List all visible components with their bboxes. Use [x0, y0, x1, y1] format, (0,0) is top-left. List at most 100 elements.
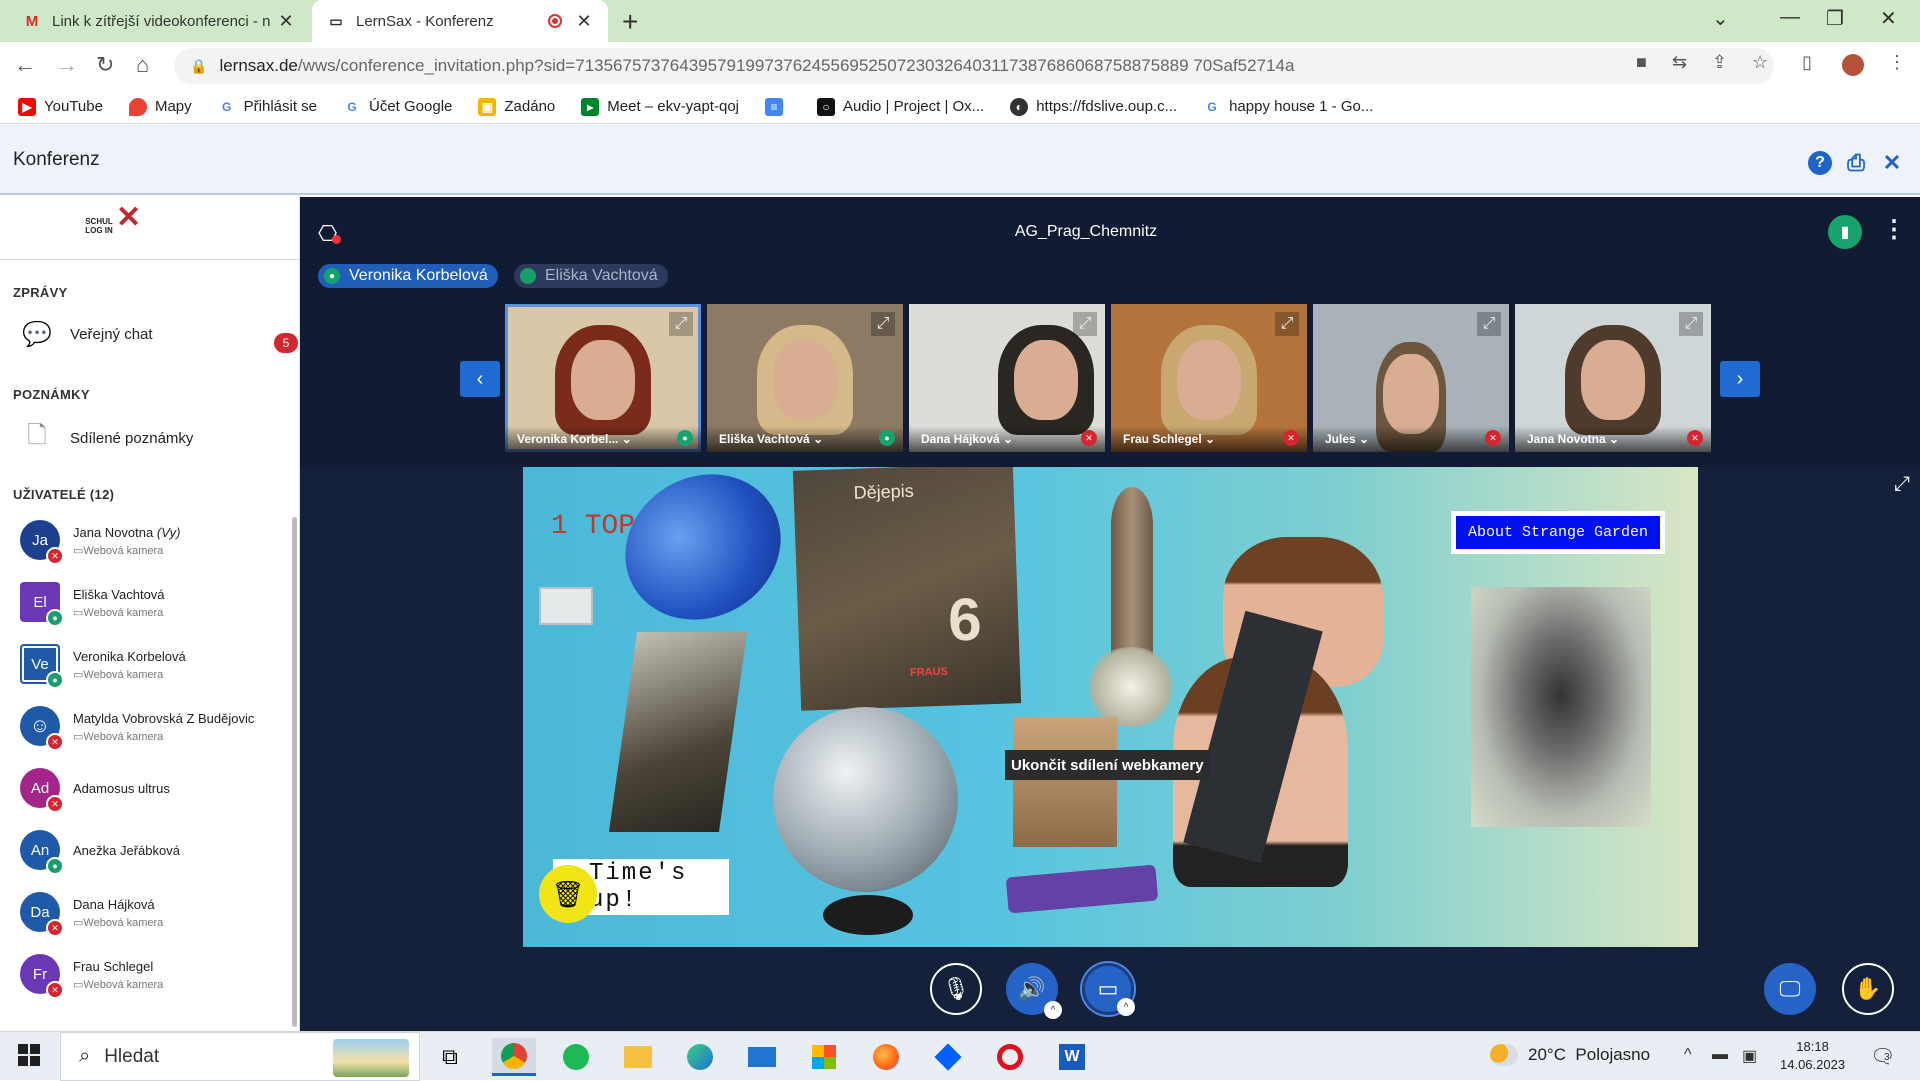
clock[interactable]: 18:18 14.06.2023 — [1780, 1038, 1845, 1074]
user-item[interactable]: El ● Eliška Vachtová ▭Webová kamera — [0, 573, 292, 633]
fullscreen-icon[interactable]: ⤢ — [1894, 473, 1910, 496]
dropbox-icon[interactable] — [926, 1038, 970, 1076]
expand-icon[interactable]: ⤢ — [1275, 312, 1299, 336]
bookmark-meet[interactable]: ▸ Meet – ekv-yapt-qoj — [581, 97, 739, 116]
user-item[interactable]: Ad ✕ Adamosus ultrus — [0, 759, 292, 819]
taskbar-search[interactable]: ⌕ Hledat — [60, 1032, 420, 1081]
bookmark-mapy[interactable]: Mapy — [128, 97, 192, 116]
user-item[interactable]: Fr ✕ Frau Schlegel ▭Webová kamera — [0, 945, 292, 1005]
camera-tile[interactable]: ⤢ Jules ⌄ ✕ — [1313, 304, 1509, 452]
audio-button[interactable]: 🔊 ^ — [1006, 963, 1062, 1019]
mute-microphone-button[interactable]: 🎙 — [930, 963, 982, 1015]
marker-image — [1005, 864, 1159, 914]
store-icon[interactable] — [802, 1038, 846, 1076]
shared-notes-item[interactable]: 🗋 Sdílené poznámky — [20, 422, 193, 453]
home-icon[interactable]: ⌂ — [136, 52, 149, 78]
close-tab-icon[interactable]: ✕ — [574, 11, 594, 32]
restore-icon[interactable]: ❐ — [1826, 6, 1844, 31]
weather-widget[interactable]: 20°C Polojasno — [1490, 1044, 1650, 1066]
bookmark-youtube[interactable]: ▶ YouTube — [18, 97, 103, 116]
bookmark-fdslive[interactable]: ◐ https://fdslive.oup.c... — [1010, 97, 1177, 116]
camera-tile[interactable]: ⤢ Frau Schlegel ⌄ ✕ — [1111, 304, 1307, 452]
bookmark-zadano[interactable]: ▣ Zadáno — [478, 97, 555, 116]
tab-lernsax[interactable]: ▭ LernSax - Konferenz ✕ — [312, 0, 608, 42]
edge-icon[interactable] — [678, 1038, 722, 1076]
camera-tile[interactable]: ⤢ Dana Hájková ⌄ ✕ — [909, 304, 1105, 452]
camera-label[interactable]: Frau Schlegel ⌄ — [1111, 426, 1307, 452]
forward-icon[interactable]: → — [56, 52, 78, 78]
print-icon[interactable]: ⎙ — [1844, 150, 1868, 175]
expand-icon[interactable]: ⤢ — [871, 312, 895, 336]
bookmark-prihlasit[interactable]: G Přihlásit se — [218, 98, 317, 116]
bookmark-docs[interactable]: ≡ — [765, 97, 791, 116]
camera-tile[interactable]: ⤢ Veronika Korbel... ⌄ ● — [505, 304, 701, 452]
stop-webcam-button[interactable]: ▭ ^ — [1082, 963, 1135, 1016]
firefox-icon[interactable] — [864, 1038, 908, 1076]
camera-label[interactable]: Jana Novotna ⌄ — [1515, 426, 1711, 452]
chevron-up-icon[interactable]: ^ — [1684, 1046, 1692, 1064]
public-chat-item[interactable]: 💬 Veřejný chat — [20, 319, 153, 349]
file-explorer-icon[interactable] — [616, 1038, 660, 1076]
close-tab-icon[interactable]: ✕ — [276, 11, 296, 32]
bookmark-happy-house[interactable]: Ghappy house 1 - Go... — [1203, 98, 1373, 116]
task-view-icon[interactable]: ⧉ — [428, 1038, 472, 1076]
minimize-icon[interactable]: — — [1780, 6, 1800, 29]
network-icon[interactable]: ▣ — [1742, 1046, 1757, 1066]
url-field[interactable]: 🔒 lernsax.de/wws/conference_invitation.p… — [174, 48, 1774, 84]
translate-icon[interactable]: ⇆ — [1672, 52, 1687, 73]
camera-label[interactable]: Jules ⌄ — [1313, 426, 1509, 452]
expand-icon[interactable]: ⤢ — [1477, 312, 1501, 336]
user-item[interactable]: An ● Anežka Jeřábková — [0, 821, 292, 881]
close-icon[interactable]: ✕ — [1880, 150, 1904, 175]
mail-icon[interactable] — [740, 1038, 784, 1076]
bookmark-audio[interactable]: ○ Audio | Project | Ox... — [817, 97, 984, 116]
expand-icon[interactable]: ⤢ — [669, 312, 693, 336]
reload-icon[interactable]: ↻ — [96, 52, 114, 78]
chevron-up-icon[interactable]: ^ — [1044, 1001, 1062, 1019]
oxford-icon: ○ — [817, 97, 835, 116]
opera-icon[interactable] — [988, 1038, 1032, 1076]
side-panel-icon[interactable]: ▯ — [1802, 52, 1812, 73]
camera-label[interactable]: Eliška Vachtová ⌄ — [707, 426, 903, 452]
sidebar-scrollbar[interactable] — [292, 517, 297, 1027]
expand-icon[interactable]: ⤢ — [1073, 312, 1097, 336]
notifications-icon[interactable]: 🗨 3 — [1870, 1044, 1895, 1069]
more-options-icon[interactable]: ⋮ — [1882, 215, 1906, 244]
new-tab-button[interactable]: + — [622, 6, 638, 38]
connection-stats-icon[interactable]: ▮ — [1828, 215, 1862, 249]
weather-text: 20°C Polojasno — [1528, 1045, 1651, 1064]
bookmark-star-icon[interactable]: ☆ — [1752, 52, 1768, 73]
profile-avatar[interactable] — [1842, 54, 1864, 76]
share-icon[interactable]: ⇪ — [1712, 52, 1727, 73]
trash-cup-icon[interactable]: 🗑 — [539, 865, 597, 923]
previous-cameras-button[interactable]: ‹ — [460, 361, 500, 397]
back-icon[interactable]: ← — [14, 52, 36, 78]
next-cameras-button[interactable]: › — [1720, 361, 1760, 397]
expand-icon[interactable]: ⤢ — [1679, 312, 1703, 336]
spotify-icon[interactable] — [554, 1038, 598, 1076]
help-icon[interactable]: ? — [1808, 151, 1832, 175]
window-close-icon[interactable]: ✕ — [1880, 6, 1897, 31]
user-item[interactable]: ☺ ✕ Matylda Vobrovská Z Budějovic ▭Webov… — [0, 697, 292, 757]
camera-tile[interactable]: ⤢ Jana Novotna ⌄ ✕ — [1515, 304, 1711, 452]
user-item[interactable]: Ja ✕ Jana Novotna (Vy) ▭Webová kamera — [0, 511, 292, 571]
chevron-up-icon[interactable]: ^ — [1117, 998, 1135, 1016]
bookmark-ucet-google[interactable]: G Účet Google — [343, 98, 452, 116]
tab-search-icon[interactable]: ⌄ — [1712, 6, 1729, 31]
about-strange-garden-button[interactable]: About Strange Garden — [1451, 511, 1666, 554]
user-item[interactable]: Da ✕ Dana Hájková ▭Webová kamera — [0, 883, 292, 943]
camera-in-use-icon[interactable]: ■ — [1636, 52, 1647, 73]
tab-gmail[interactable]: M Link k zítřejší videokonferenci - n ✕ — [8, 0, 310, 42]
browser-menu-icon[interactable]: ⋮ — [1888, 52, 1906, 73]
share-screen-button[interactable]: 🖵 — [1764, 963, 1816, 1015]
raise-hand-button[interactable]: ✋ — [1842, 963, 1894, 1015]
chrome-icon[interactable] — [492, 1038, 536, 1076]
camera-label[interactable]: Dana Hájková ⌄ — [909, 426, 1105, 452]
lock-icon[interactable]: 🔒 — [190, 58, 207, 75]
user-item[interactable]: Ve ● Veronika Korbelová ▭Webová kamera — [0, 635, 292, 695]
word-icon[interactable]: W — [1050, 1038, 1094, 1076]
camera-tile[interactable]: ⤢ Eliška Vachtová ⌄ ● — [707, 304, 903, 452]
tray-app-icon[interactable]: ▬ — [1712, 1046, 1728, 1064]
camera-label[interactable]: Veronika Korbel... ⌄ — [505, 426, 701, 452]
windows-start-icon[interactable] — [18, 1044, 40, 1066]
